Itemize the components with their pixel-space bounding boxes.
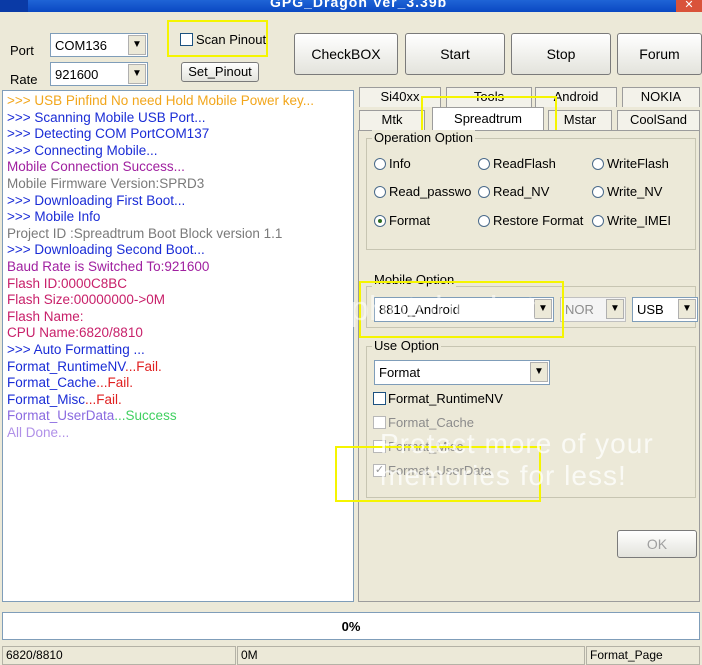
log-line: Flash Size:00000000->0M	[7, 292, 165, 308]
format-log-line: Format_Misc...Fail.	[7, 392, 122, 407]
radio-format[interactable]	[374, 215, 386, 227]
chevron-down-icon[interactable]: ▼	[128, 35, 146, 55]
format-step-name: Format_Cache	[7, 375, 97, 391]
interface-value: USB	[637, 302, 664, 317]
use-option-label: Use Option	[372, 338, 442, 353]
flash-type-select[interactable]: NOR ▼	[560, 297, 626, 322]
log-line: >>> Auto Formatting ...	[7, 342, 145, 357]
log-line: >>> Scanning Mobile USB Port...	[7, 109, 206, 125]
radio-readflash[interactable]	[478, 158, 490, 170]
checkbox-button[interactable]: CheckBOX	[294, 33, 398, 75]
status-page: Format_Page	[586, 646, 700, 665]
chevron-down-icon[interactable]: ▼	[128, 64, 146, 84]
radio-label: WriteFlash	[607, 156, 669, 171]
port-value: COM136	[55, 38, 108, 53]
radio-label: Read_NV	[493, 184, 550, 199]
chevron-down-icon[interactable]: ▼	[678, 299, 696, 319]
interface-select[interactable]: USB ▼	[632, 297, 698, 322]
radio-label: Write_NV	[607, 184, 663, 199]
log-line: Flash ID:0000C8BC	[7, 275, 128, 291]
radio-label: Info	[389, 156, 411, 171]
radio-restore-format[interactable]	[478, 215, 490, 227]
log-line: >>> Downloading Second Boot...	[7, 242, 205, 258]
log-line: Mobile Firmware Version:SPRD3	[7, 176, 205, 191]
operation-option-label: Operation Option	[372, 130, 476, 145]
use-option-value: Format	[379, 365, 421, 380]
scan-pinout-checkbox[interactable]	[180, 33, 193, 46]
start-button[interactable]: Start	[405, 33, 505, 75]
format-log-line: Format_UserData...Success	[7, 408, 177, 423]
log-line: Baud Rate is Switched To:921600	[7, 259, 210, 274]
radio-writeflash[interactable]	[592, 158, 604, 170]
chevron-down-icon[interactable]: ▼	[606, 299, 624, 319]
format-step-result: ...Fail.	[125, 358, 162, 374]
radio-read-passwo[interactable]	[374, 186, 386, 198]
rate-select[interactable]: 921600 ▼	[50, 62, 148, 86]
log-line: Flash Name:	[7, 308, 84, 324]
set-pinout-button[interactable]: Set_Pinout	[181, 62, 259, 82]
title-bar: GPG_Dragon Ver_3.39b ✕	[0, 0, 702, 12]
format-log-line: Format_Cache...Fail.	[7, 375, 133, 390]
log-line: Mobile Connection Success...	[7, 159, 185, 175]
radio-read-nv[interactable]	[478, 186, 490, 198]
radio-info[interactable]	[374, 158, 386, 170]
app-icon	[0, 0, 28, 12]
close-icon[interactable]: ✕	[676, 0, 702, 12]
tab-mtk[interactable]: Mtk	[359, 110, 425, 130]
flash-type-value: NOR	[565, 302, 594, 317]
format-step-result: ...Fail.	[96, 375, 134, 391]
log-panel[interactable]: >>> USB Pinfind No need Hold Mobile Powe…	[2, 90, 354, 602]
rate-value: 921600	[55, 67, 99, 82]
format-log-line: Format_RuntimeNV...Fail.	[7, 359, 162, 374]
log-line: >>> Downloading First Boot...	[7, 192, 186, 208]
log-line: >>> Detecting COM PortCOM137	[7, 126, 210, 142]
scan-pinout-label: Scan Pinout	[196, 32, 267, 47]
format-step-result: ...Fail.	[85, 391, 122, 407]
status-size: 0M	[237, 646, 585, 665]
tab-coolsand[interactable]: CoolSand	[617, 110, 700, 130]
log-line: Project ID :Spreadtrum Boot Block versio…	[7, 225, 283, 241]
tab-mstar[interactable]: Mstar	[548, 110, 612, 130]
radio-label: Format	[389, 213, 431, 228]
watermark-text: Protect more of your memories for less!	[380, 428, 654, 491]
checkbox-format-runtimenv[interactable]	[373, 392, 386, 405]
watermark-logo: photobucket	[350, 290, 536, 328]
forum-button[interactable]: Forum	[617, 33, 702, 75]
rate-label: Rate	[10, 72, 38, 87]
format-step-result: ...Success	[114, 408, 177, 424]
format-step-name: Format_RuntimeNV	[7, 358, 126, 374]
stop-button[interactable]: Stop	[511, 33, 611, 75]
log-line: >>> USB Pinfind No need Hold Mobile Powe…	[7, 93, 315, 108]
radio-write-nv[interactable]	[592, 186, 604, 198]
radio-label: Write_IMEI	[607, 213, 672, 228]
window-title: GPG_Dragon Ver_3.39b	[270, 0, 448, 10]
progress-label: 0%	[341, 619, 361, 634]
port-label: Port	[10, 43, 34, 58]
progress-bar: 0%	[2, 612, 700, 640]
radio-label: ReadFlash	[493, 156, 556, 171]
format-step-name: Format_Misc	[7, 391, 86, 407]
format-step-name: Format_UserData	[7, 408, 115, 424]
log-done-line: All Done...	[7, 425, 70, 440]
port-select[interactable]: COM136 ▼	[50, 33, 148, 57]
log-line: >>> Mobile Info	[7, 209, 101, 225]
log-line: >>> Connecting Mobile...	[7, 142, 158, 158]
ok-button[interactable]: OK	[617, 530, 697, 558]
use-option-select[interactable]: Format ▼	[374, 360, 550, 385]
radio-write-imei[interactable]	[592, 215, 604, 227]
radio-label: Restore Format	[493, 213, 584, 228]
chevron-down-icon[interactable]: ▼	[530, 362, 548, 382]
status-cpu: 6820/8810	[2, 646, 236, 665]
radio-label: Read_passwo	[389, 184, 472, 199]
log-line: CPU Name:6820/8810	[7, 325, 143, 341]
checkbox-label: Format_RuntimeNV	[388, 391, 503, 406]
tab-nokia[interactable]: NOKIA	[622, 87, 700, 107]
